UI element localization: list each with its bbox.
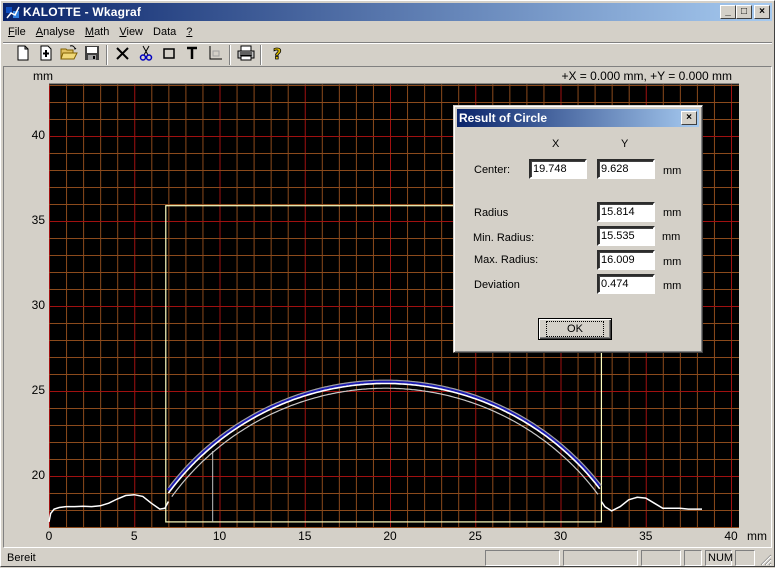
x-tick-label: 10 [212,529,227,543]
dialog-title-bar: Result of Circle × [457,109,699,127]
status-pane-3 [641,550,681,566]
radius-unit: mm [663,207,682,219]
center-unit: mm [663,165,682,177]
deviation-field[interactable]: 0.474 [597,274,655,294]
max-radius-field[interactable]: 16.009 [597,250,655,270]
status-bar: Bereit NUM [3,549,772,566]
radius-label: Radius [474,207,509,219]
dialog-title: Result of Circle [459,111,548,125]
x-tick-label: 25 [468,529,482,543]
ok-button-label: OK [546,321,604,337]
min-radius-unit: mm [662,231,681,243]
status-text: Bereit [7,552,36,564]
max-radius-unit: mm [663,256,682,268]
y-tick-label: 35 [31,213,45,227]
min-radius-label: Min. Radius: [473,232,535,244]
center-x-field[interactable]: 19.748 [529,159,587,179]
x-tick-label: 30 [553,529,568,543]
deviation-unit: mm [663,280,682,292]
coordinate-readout: +X = 0.000 mm, +Y = 0.000 mm [561,69,732,83]
max-radius-label: Max. Radius: [474,254,539,266]
app-window: KALOTTE - Wkagraf _ □ × File Analyse Math V… [0,0,775,567]
num-lock-indicator: NUM [705,550,733,566]
status-pane-4 [684,550,702,566]
y-axis-unit: mm [33,69,53,83]
x-tick-label: 15 [298,529,312,543]
y-tick-label: 25 [31,383,45,397]
x-tick-label: 40 [724,529,738,543]
column-y-header: Y [621,138,629,150]
center-label: Center: [474,164,511,176]
status-pane-1 [485,550,560,566]
y-tick-label: 20 [31,468,45,482]
result-of-circle-dialog: Result of Circle × X Y Center: 19.748 9.… [453,105,703,353]
x-tick-label: 0 [45,529,53,543]
y-tick-label: 40 [31,128,45,142]
x-axis-unit: mm [747,529,767,543]
close-icon: × [686,112,692,123]
deviation-label: Deviation [474,279,520,291]
ok-button[interactable]: OK [538,318,612,340]
status-pane-2 [563,550,638,566]
resize-grip-icon[interactable] [760,554,772,566]
min-radius-field[interactable]: 15.535 [597,226,655,246]
x-tick-label: 20 [383,529,397,543]
y-tick-label: 30 [31,298,45,312]
radius-field[interactable]: 15.814 [597,202,655,222]
x-tick-label: 35 [639,529,653,543]
dialog-close-button[interactable]: × [681,111,697,125]
column-x-header: X [552,138,560,150]
center-y-field[interactable]: 9.628 [597,159,655,179]
status-pane-6 [735,550,755,566]
x-tick-label: 5 [130,529,138,543]
